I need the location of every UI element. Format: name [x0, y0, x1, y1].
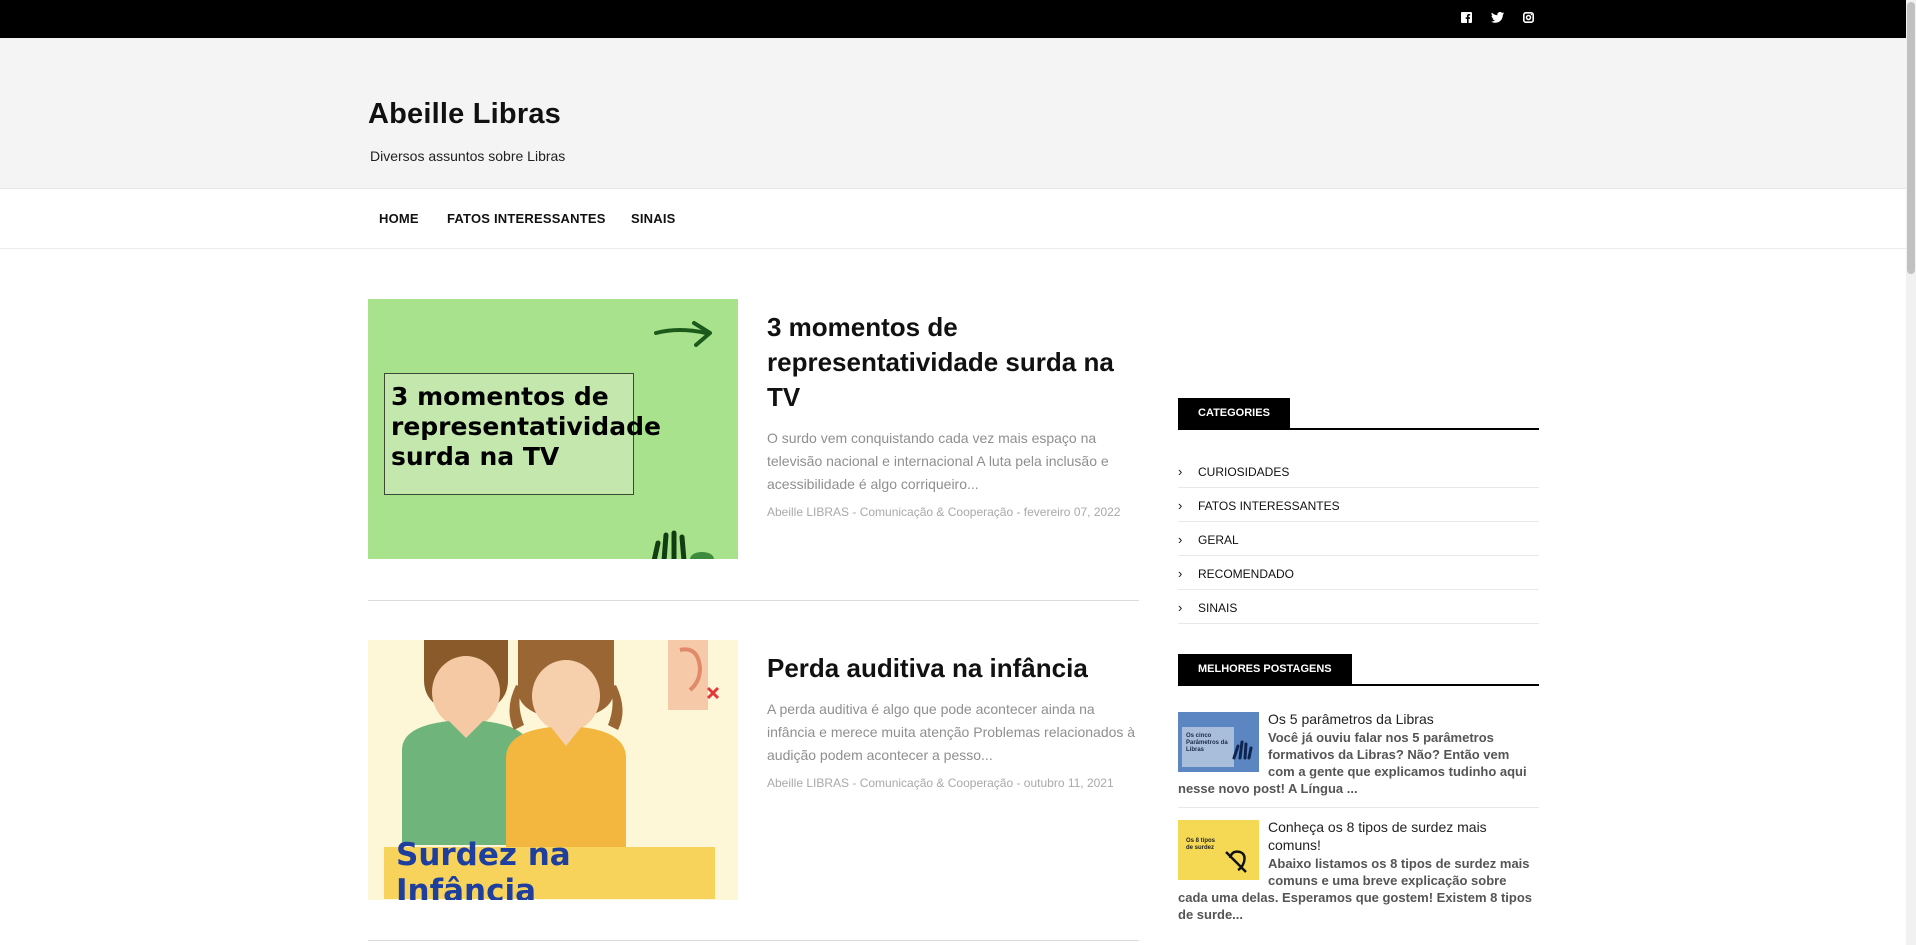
chevron-right-icon: › — [1178, 532, 1183, 547]
best-post-item: Os 8 tipos de surdez Conheça os 8 tipos … — [1178, 818, 1539, 922]
facebook-icon[interactable] — [1459, 10, 1474, 25]
arrow-right-icon — [654, 321, 712, 347]
post-divider — [368, 600, 1139, 601]
category-item-recomendado[interactable]: › RECOMENDADO — [1178, 556, 1539, 590]
scrollbar-thumb[interactable] — [1907, 2, 1915, 274]
post-excerpt: A perda auditiva é algo que pode acontec… — [767, 701, 1136, 763]
best-post-item: Os cinco Parâmetros da Libras Os 5 parâm… — [1178, 710, 1539, 808]
best-post-thumbnail[interactable]: Os cinco Parâmetros da Libras — [1178, 712, 1259, 772]
post-meta: Abeille LIBRAS - Comunicação & Cooperaçã… — [767, 505, 1121, 519]
post-thumbnail[interactable]: Surdez na Infância — [368, 640, 738, 900]
chevron-right-icon: › — [1178, 566, 1183, 581]
post-excerpt: O surdo vem conquistando cada vez mais e… — [767, 430, 1109, 492]
post-divider — [368, 940, 1139, 941]
category-label: CURIOSIDADES — [1198, 465, 1290, 479]
category-item-sinais[interactable]: › SINAIS — [1178, 590, 1539, 624]
category-label: GERAL — [1198, 533, 1239, 547]
thumbnail-caption-text: Surdez na Infância — [396, 837, 571, 900]
best-post-thumbnail-caption: Os cinco Parâmetros da Libras — [1182, 727, 1234, 767]
thumbnail-caption-line: surda na TV — [391, 442, 560, 471]
category-label: FATOS INTERESSANTES — [1198, 499, 1340, 513]
post-meta: Abeille LIBRAS - Comunicação & Cooperaçã… — [767, 776, 1114, 790]
site-description: Diversos assuntos sobre Libras — [370, 148, 566, 164]
thumbnail-caption: Surdez na Infância — [384, 837, 715, 900]
main-nav: HOME FATOS INTERESSANTES SINAIS — [0, 189, 1906, 249]
widget-heading-label: CATEGORIES — [1178, 398, 1290, 428]
widget-heading-categories: CATEGORIES — [1178, 398, 1539, 430]
category-label: SINAIS — [1198, 601, 1238, 615]
post-title[interactable]: 3 momentos de representatividade surda n… — [767, 310, 1139, 415]
site-title[interactable]: Abeille Libras — [368, 98, 561, 131]
hand-icon — [651, 530, 714, 559]
post-thumbnail[interactable]: 3 momentos de representatividade surda n… — [368, 299, 738, 559]
best-post-thumbnail[interactable]: Os 8 tipos de surdez — [1178, 820, 1259, 880]
widget-heading-label: MELHORES POSTAGENS — [1178, 654, 1352, 684]
category-item-curiosidades[interactable]: › CURIOSIDADES — [1178, 454, 1539, 488]
category-label: RECOMENDADO — [1198, 567, 1295, 581]
page-scrollbar[interactable] — [1906, 0, 1916, 945]
children-illustration — [402, 640, 720, 848]
instagram-icon[interactable] — [1521, 10, 1536, 25]
nav-item-home[interactable]: HOME — [379, 211, 419, 226]
thumbnail-caption-line: 3 momentos de — [391, 382, 609, 411]
deaf-ear-icon — [1225, 850, 1247, 873]
category-item-geral[interactable]: › GERAL — [1178, 522, 1539, 556]
post-title[interactable]: Perda auditiva na infância — [767, 651, 1139, 686]
hand-icon — [1232, 740, 1253, 760]
thumbnail-caption-line: representatividade — [391, 412, 661, 441]
thumbnail-caption: 3 momentos de representatividade surda n… — [384, 373, 661, 495]
widget-heading-best-posts: MELHORES POSTAGENS — [1178, 654, 1539, 686]
category-item-fatos-interessantes[interactable]: › FATOS INTERESSANTES — [1178, 488, 1539, 522]
chevron-right-icon: › — [1178, 498, 1183, 513]
chevron-right-icon: › — [1178, 464, 1183, 479]
top-bar — [0, 0, 1906, 38]
nav-item-sinais[interactable]: SINAIS — [631, 211, 676, 226]
best-post-thumbnail-caption: Os 8 tipos de surdez — [1186, 838, 1216, 851]
chevron-right-icon: › — [1178, 600, 1183, 615]
nav-item-fatos-interessantes[interactable]: FATOS INTERESSANTES — [447, 211, 606, 226]
site-header: Abeille Libras Diversos assuntos sobre L… — [0, 38, 1906, 189]
twitter-icon[interactable] — [1490, 10, 1505, 25]
social-links — [1459, 10, 1536, 25]
